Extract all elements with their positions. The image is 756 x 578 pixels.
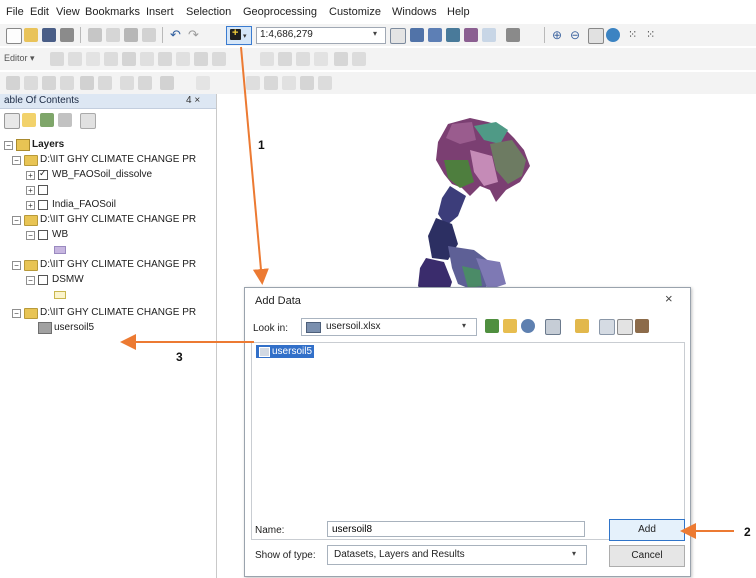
annotation-overlay	[120, 46, 734, 539]
callout-1: 1	[258, 138, 265, 152]
callout-2: 2	[744, 525, 751, 539]
arrow-1	[240, 46, 269, 285]
callout-3: 3	[176, 350, 183, 364]
